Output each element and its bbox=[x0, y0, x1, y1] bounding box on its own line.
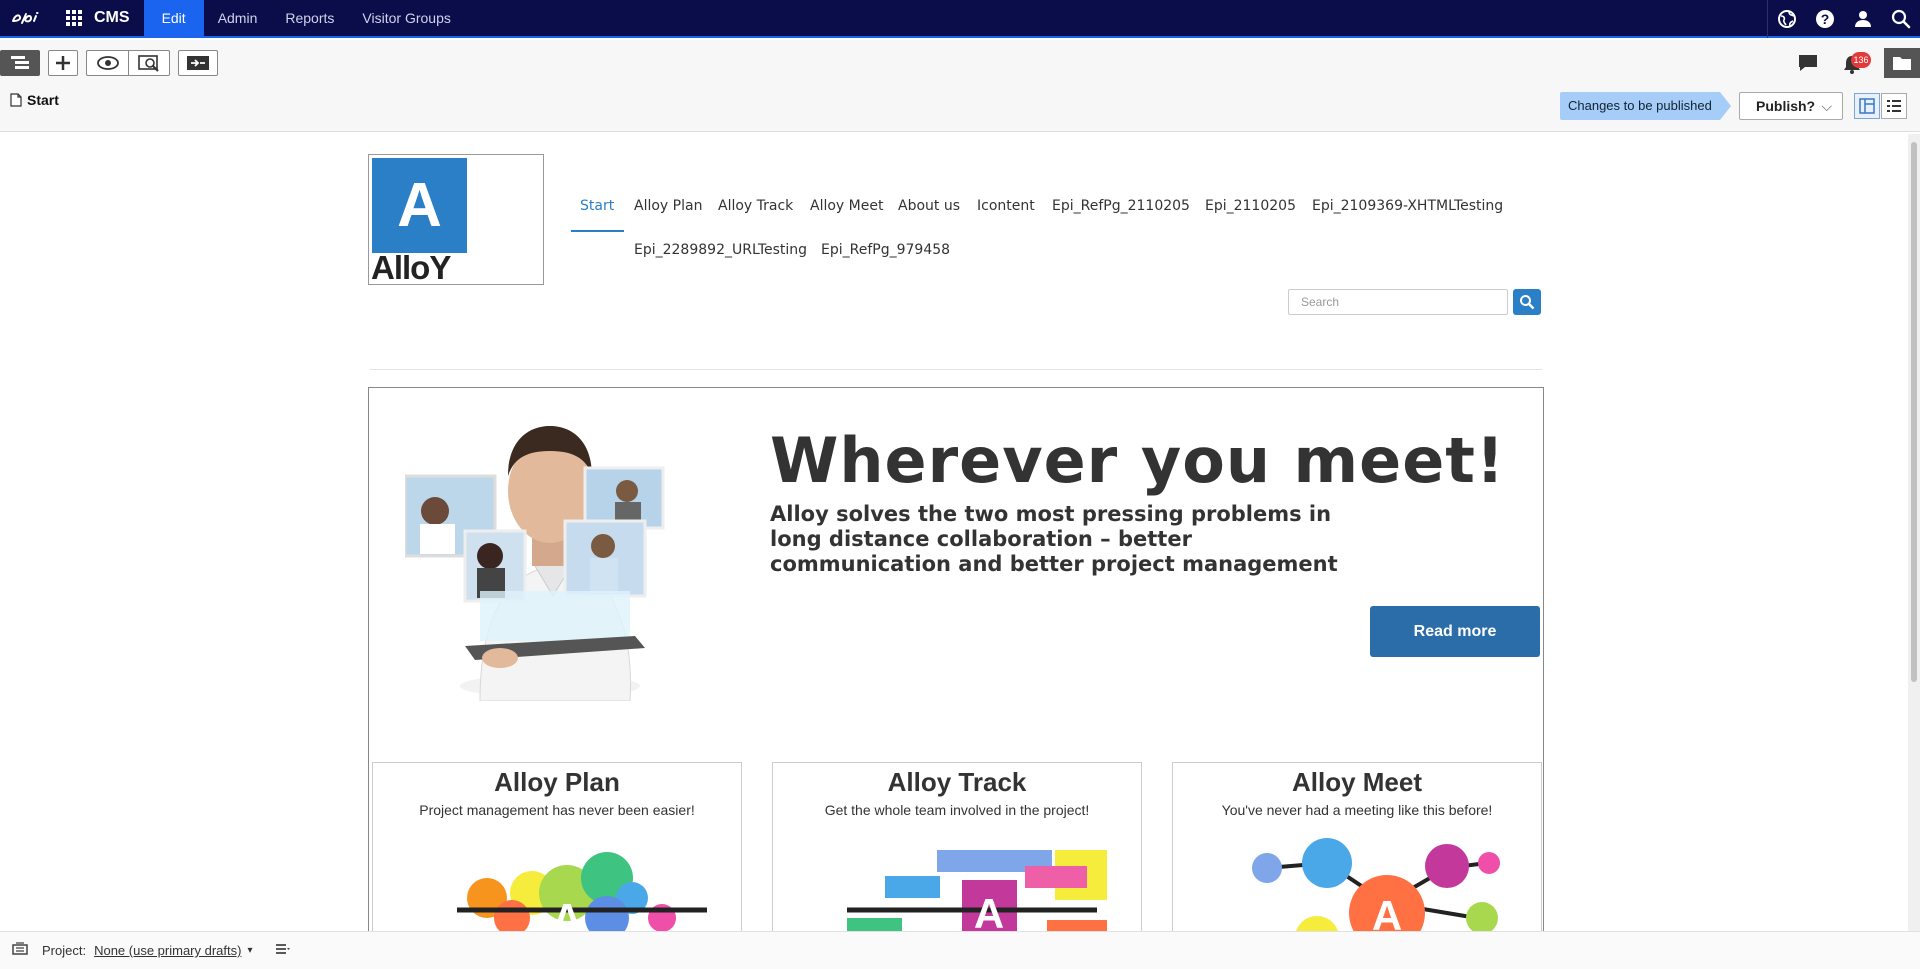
caret-down-icon[interactable]: ▾ bbox=[247, 945, 252, 956]
chevron-down-icon: ⌵ bbox=[1821, 98, 1832, 114]
all-properties-view-button[interactable] bbox=[1881, 93, 1907, 119]
globe-icon[interactable] bbox=[1768, 0, 1806, 38]
alloy-meet-graphic: A bbox=[1252, 838, 1500, 931]
nav-reports[interactable]: Reports bbox=[271, 0, 348, 37]
project-bar: Project: None (use primary drafts) ▾ bbox=[0, 931, 1920, 969]
page-tree-icon bbox=[11, 56, 29, 69]
user-icon[interactable] bbox=[1844, 0, 1882, 38]
alloy-logo[interactable]: A AlloY bbox=[368, 154, 544, 286]
svg-text:?: ? bbox=[1821, 11, 1830, 27]
nav-admin[interactable]: Admin bbox=[204, 0, 272, 37]
svg-text:A: A bbox=[552, 895, 582, 931]
menu-item-alloy-meet[interactable]: Alloy Meet bbox=[810, 198, 883, 214]
layout-icon bbox=[1859, 98, 1875, 114]
read-more-button[interactable]: Read more bbox=[1370, 606, 1540, 657]
card-title: Alloy Meet bbox=[1291, 767, 1423, 797]
svg-text:A: A bbox=[1372, 892, 1402, 931]
product-name: CMS bbox=[94, 9, 130, 26]
header-divider bbox=[370, 369, 1542, 370]
logo-word: AlloY bbox=[371, 249, 451, 286]
menu-item-icontent[interactable]: Icontent bbox=[977, 198, 1035, 214]
page-icon bbox=[10, 93, 22, 107]
card-title: Alloy Plan bbox=[494, 767, 620, 797]
on-page-edit-view-button[interactable] bbox=[1854, 93, 1880, 119]
magnifier-icon bbox=[1520, 295, 1535, 310]
card-text: Get the whole team involved in the proje… bbox=[824, 802, 1090, 818]
menu-item-epi-2109369[interactable]: Epi_2109369-XHTMLTesting bbox=[1312, 198, 1503, 214]
hero-image bbox=[403, 396, 705, 706]
menu-item-start[interactable]: Start bbox=[580, 198, 614, 214]
teaser-card-alloy-track[interactable]: Alloy Track Get the whole team involved … bbox=[772, 762, 1142, 931]
help-icon[interactable]: ? bbox=[1806, 0, 1844, 38]
menu-item-alloy-plan[interactable]: Alloy Plan bbox=[634, 198, 702, 214]
episerver-logo[interactable] bbox=[0, 0, 60, 37]
project-icon bbox=[12, 942, 28, 959]
publish-label: Publish? bbox=[1756, 98, 1816, 114]
notification-count-badge: 136 bbox=[1851, 52, 1871, 68]
project-items-menu-icon[interactable] bbox=[275, 943, 291, 958]
folder-icon bbox=[1893, 57, 1911, 70]
alloy-track-graphic: A bbox=[847, 850, 1112, 931]
compare-button[interactable] bbox=[178, 50, 218, 76]
publish-button[interactable]: Publish? ⌵ bbox=[1739, 92, 1843, 120]
hero-title: Wherever you meet! bbox=[770, 424, 1506, 497]
preview-scrollbar[interactable] bbox=[1908, 134, 1920, 931]
menu-item-epi-refpg-979458[interactable]: Epi_RefPg_979458 bbox=[821, 242, 950, 258]
global-nav-bar: CMS Edit Admin Reports Visitor Groups ? bbox=[0, 0, 1920, 38]
card-text: Project management has never been easier… bbox=[419, 802, 695, 818]
add-content-button[interactable] bbox=[48, 50, 78, 76]
comments-icon[interactable] bbox=[1797, 53, 1819, 78]
hero-text: Alloy solves the two most pressing probl… bbox=[770, 502, 1338, 576]
toggle-navigation-pane-button[interactable] bbox=[0, 50, 40, 76]
project-label: Project: bbox=[42, 943, 87, 958]
menu-item-alloy-track[interactable]: Alloy Track bbox=[718, 198, 793, 214]
breadcrumb: Start bbox=[10, 92, 59, 108]
preview-options-button[interactable] bbox=[128, 50, 170, 76]
site-search-input[interactable]: Search bbox=[1288, 289, 1508, 315]
preview-zoom-icon bbox=[138, 55, 159, 72]
alloy-plan-graphic: A bbox=[457, 852, 717, 931]
nav-visitor-groups[interactable]: Visitor Groups bbox=[348, 0, 464, 37]
topbar-actions: ? bbox=[1767, 0, 1920, 38]
menu-item-epi-2110205[interactable]: Epi_2110205 bbox=[1205, 198, 1296, 214]
plus-icon bbox=[56, 56, 70, 70]
preview-button[interactable] bbox=[86, 50, 128, 76]
scrollbar-thumb[interactable] bbox=[1911, 142, 1917, 682]
card-text: You've never had a meeting like this bef… bbox=[1221, 802, 1493, 818]
site-search-button[interactable] bbox=[1513, 289, 1541, 315]
menu-item-about-us[interactable]: About us bbox=[898, 198, 960, 214]
active-menu-underline bbox=[571, 230, 624, 232]
search-icon[interactable] bbox=[1882, 0, 1920, 38]
eye-icon bbox=[96, 56, 119, 70]
list-icon bbox=[1887, 100, 1901, 112]
card-title: Alloy Track bbox=[887, 767, 1027, 797]
svg-text:A: A bbox=[974, 890, 1004, 931]
project-selector[interactable]: None (use primary drafts) bbox=[94, 943, 241, 958]
app-grid-icon[interactable] bbox=[60, 0, 88, 37]
status-badge: Changes to be published bbox=[1560, 92, 1731, 120]
toggle-assets-pane-button[interactable] bbox=[1884, 48, 1920, 78]
teaser-card-alloy-meet[interactable]: Alloy Meet You've never had a meeting li… bbox=[1172, 762, 1542, 931]
compare-icon bbox=[187, 56, 209, 70]
edit-toolbar: 136 Start Changes to be published Publis… bbox=[0, 40, 1920, 132]
nav-edit[interactable]: Edit bbox=[143, 0, 204, 37]
breadcrumb-current-page[interactable]: Start bbox=[27, 92, 59, 108]
teaser-card-alloy-plan[interactable]: Alloy Plan Project management has never … bbox=[372, 762, 742, 931]
logo-letter: A bbox=[372, 158, 467, 253]
on-page-edit-preview: A AlloY Start Alloy Plan Alloy Track All… bbox=[0, 134, 1908, 931]
menu-item-epi-refpg-2110205[interactable]: Epi_RefPg_2110205 bbox=[1052, 198, 1190, 214]
menu-item-epi-2289892[interactable]: Epi_2289892_URLTesting bbox=[634, 242, 807, 258]
